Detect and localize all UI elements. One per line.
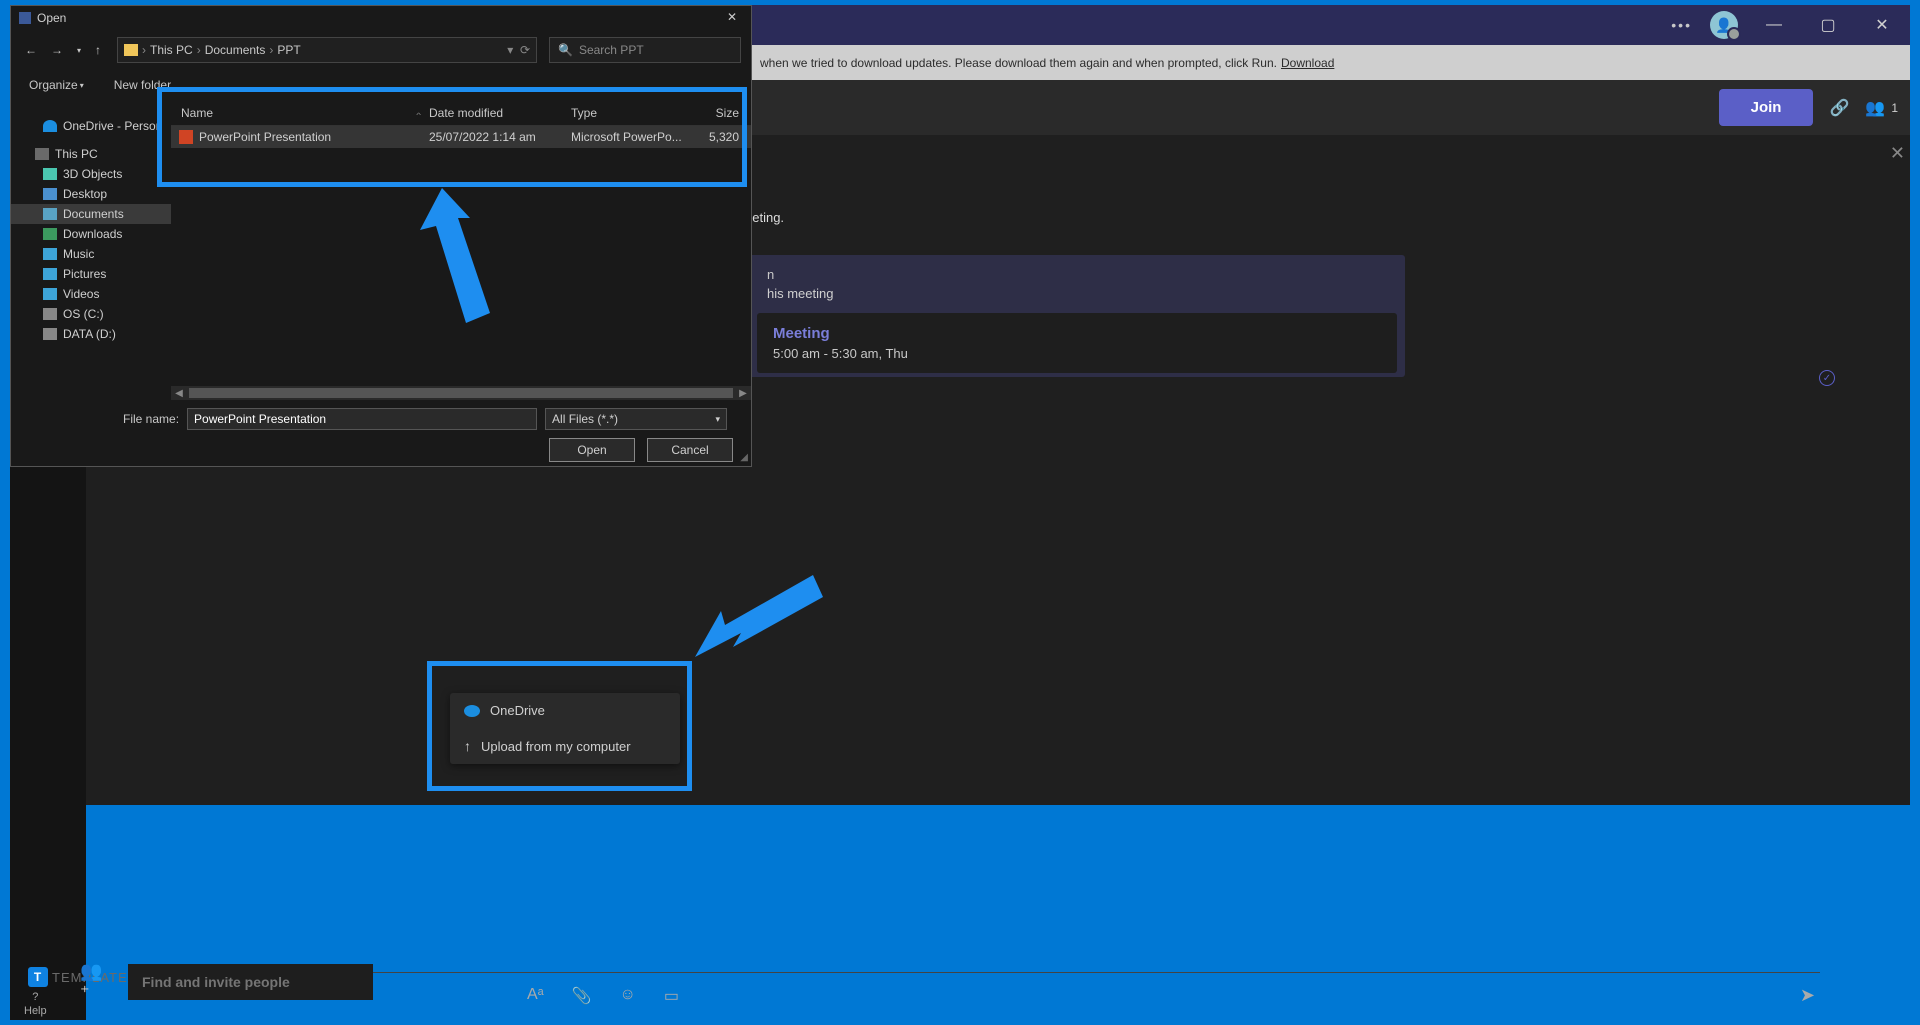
meeting-title: Meeting	[773, 325, 1381, 342]
sidebar-item-documents[interactable]: Documents	[11, 204, 171, 224]
up-icon[interactable]: ↑	[91, 41, 105, 59]
filetype-select[interactable]: All Files (*.*)▾	[545, 408, 727, 430]
sidebar-item-3dobjects[interactable]: 3D Objects	[11, 164, 171, 184]
filename-input[interactable]	[187, 408, 537, 430]
sidebar-item-onedrive[interactable]: OneDrive - Person	[11, 116, 171, 136]
meeting-card[interactable]: n his meeting Meeting 5:00 am - 5:30 am,…	[745, 255, 1405, 377]
invite-input[interactable]	[128, 964, 373, 1000]
meeting-sub: n	[767, 267, 1387, 282]
sidebar-item-desktop[interactable]: Desktop	[11, 184, 171, 204]
sidebar-item-osc[interactable]: OS (C:)	[11, 304, 171, 324]
people-count: 1	[1891, 101, 1898, 115]
folder-icon	[19, 12, 31, 24]
forward-icon[interactable]: →	[47, 41, 67, 59]
people-icon[interactable]: 👥	[1865, 98, 1885, 118]
link-icon[interactable]: 🔗	[1829, 98, 1849, 118]
maximize-icon[interactable]: ▢	[1810, 11, 1846, 39]
resize-grip[interactable]: ◢	[740, 452, 748, 463]
organize-button[interactable]: Organize ▾	[29, 78, 84, 92]
notification-text: when we tried to download updates. Pleas…	[760, 56, 1277, 70]
menu-item-upload[interactable]: ↑ Upload from my computer	[450, 728, 680, 764]
more-icon[interactable]: •••	[1671, 17, 1692, 33]
breadcrumb[interactable]: › This PC › Documents › PPT ▾ ⟳	[117, 37, 537, 63]
avatar[interactable]: 👤	[1710, 11, 1738, 39]
file-open-dialog: Open ✕ ← → ▾ ↑ › This PC › Documents › P…	[10, 5, 752, 467]
recent-icon[interactable]: ▾	[73, 44, 85, 57]
send-icon[interactable]: ➤	[1800, 985, 1815, 1006]
folder-icon	[124, 44, 138, 56]
file-row[interactable]: PowerPoint Presentation 25/07/2022 1:14 …	[171, 126, 751, 148]
close-icon[interactable]: ✕	[1864, 11, 1900, 39]
back-icon[interactable]: ←	[21, 41, 41, 59]
sidebar-item-thispc[interactable]: This PC	[11, 144, 171, 164]
sidebar-item-downloads[interactable]: Downloads	[11, 224, 171, 244]
format-icon[interactable]: Aᵃ	[527, 986, 544, 1006]
sidebar-item-music[interactable]: Music	[11, 244, 171, 264]
col-name[interactable]: Name	[171, 106, 429, 120]
arrow-icon	[420, 188, 510, 328]
filename-label: File name:	[123, 412, 179, 426]
gif-icon[interactable]: ▭	[664, 986, 679, 1006]
meeting-header-text: his meeting	[767, 286, 1387, 301]
breadcrumb-seg[interactable]: PPT	[277, 43, 300, 57]
upload-icon: ↑	[464, 738, 471, 754]
dialog-title: Open	[37, 11, 66, 25]
help-link[interactable]: ? Help	[24, 991, 47, 1017]
cloud-icon	[464, 705, 480, 717]
sidebar-item-pictures[interactable]: Pictures	[11, 264, 171, 284]
minimize-icon[interactable]: —	[1756, 11, 1792, 39]
close-panel-icon[interactable]: ✕	[1890, 143, 1905, 164]
open-button[interactable]: Open	[549, 438, 635, 462]
attach-icon[interactable]: 📎	[572, 986, 592, 1006]
check-icon[interactable]: ✓	[1819, 370, 1835, 386]
dialog-close-icon[interactable]: ✕	[717, 8, 747, 26]
menu-item-onedrive[interactable]: OneDrive	[450, 693, 680, 728]
sidebar-item-videos[interactable]: Videos	[11, 284, 171, 304]
search-input[interactable]: 🔍 Search PPT	[549, 37, 741, 63]
new-folder-button[interactable]: New folder	[114, 78, 171, 92]
download-link[interactable]: Download	[1281, 56, 1334, 70]
meeting-hint: eeting.	[745, 210, 1820, 225]
ppt-icon	[179, 130, 193, 144]
breadcrumb-seg[interactable]: Documents	[205, 43, 266, 57]
emoji-icon[interactable]: ☺	[620, 986, 636, 1006]
search-icon: 🔍	[558, 43, 573, 57]
cancel-button[interactable]: Cancel	[647, 438, 733, 462]
teams-left-rail	[10, 467, 86, 1020]
dialog-sidebar: OneDrive - Person This PC 3D Objects Des…	[11, 100, 171, 400]
breadcrumb-seg[interactable]: This PC	[150, 43, 193, 57]
col-date[interactable]: Date modified	[429, 106, 571, 120]
sidebar-item-datad[interactable]: DATA (D:)	[11, 324, 171, 344]
join-button[interactable]: Join	[1719, 89, 1814, 126]
scrollbar[interactable]: ◀ ▶	[171, 386, 751, 400]
arrow-icon	[695, 575, 835, 670]
dialog-titlebar: Open ✕	[11, 6, 751, 30]
col-type[interactable]: Type	[571, 106, 689, 120]
upload-menu: OneDrive ↑ Upload from my computer	[450, 693, 680, 764]
search-placeholder: Search PPT	[579, 43, 644, 57]
people-add-icon[interactable]: 👥⁺	[80, 968, 108, 996]
file-list-header: Name Date modified Type Size	[171, 100, 751, 126]
meeting-time: 5:00 am - 5:30 am, Thu	[773, 346, 1381, 361]
col-size[interactable]: Size	[689, 106, 739, 120]
